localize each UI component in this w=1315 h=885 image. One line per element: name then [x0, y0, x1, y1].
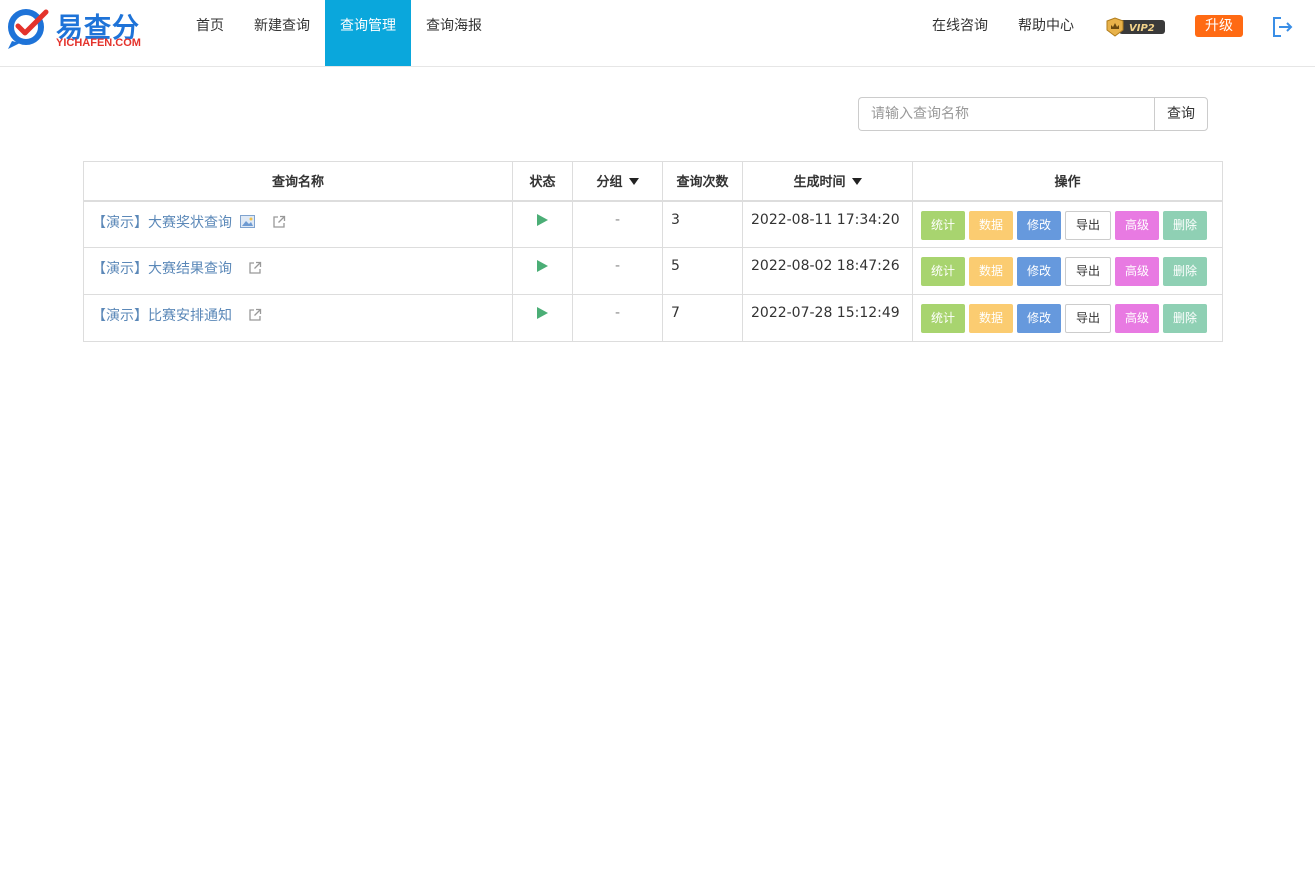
logo-mark-icon: [8, 9, 49, 49]
stat-button[interactable]: 统计: [921, 304, 965, 333]
col-group[interactable]: 分组: [572, 161, 663, 202]
name-cell: 【演示】比赛安排通知: [83, 294, 513, 342]
external-link-icon[interactable]: [248, 261, 262, 275]
external-link-icon[interactable]: [248, 308, 262, 322]
nav-new-query[interactable]: 新建查询: [239, 0, 325, 66]
query-table: 查询名称 状态 分组 查询次数 生成时间 操作 【演示】大赛奖状查询 - 3 2…: [83, 161, 1223, 342]
play-status-icon[interactable]: [537, 307, 548, 319]
logo-subtext: YICHAFEN.COM: [56, 37, 141, 49]
time-cell: 2022-07-28 15:12:49: [742, 294, 913, 342]
col-name: 查询名称: [83, 161, 513, 202]
status-cell: [512, 200, 573, 248]
image-icon[interactable]: [240, 214, 256, 228]
col-time[interactable]: 生成时间: [742, 161, 913, 202]
top-header: 易查分 YICHAFEN.COM 首页 新建查询 查询管理 查询海报 在线咨询 …: [0, 0, 1315, 67]
time-cell: 2022-08-02 18:47:26: [742, 247, 913, 295]
advanced-button[interactable]: 高级: [1115, 210, 1159, 240]
group-cell: -: [572, 294, 663, 342]
group-cell: -: [572, 200, 663, 248]
group-cell: -: [572, 247, 663, 295]
logo[interactable]: 易查分 YICHAFEN.COM: [6, 6, 146, 52]
query-name-link[interactable]: 【演示】大赛结果查询: [92, 261, 232, 277]
export-button[interactable]: 导出: [1065, 210, 1111, 240]
name-cell: 【演示】大赛奖状查询: [83, 200, 513, 248]
actions-cell: 统计 数据 修改 导出 高级 删除: [912, 247, 1223, 295]
play-status-icon[interactable]: [537, 213, 548, 226]
time-cell: 2022-08-11 17:34:20: [742, 200, 913, 248]
help-center-link[interactable]: 帮助中心: [1018, 0, 1074, 52]
col-actions: 操作: [912, 161, 1223, 202]
svg-text:VIP2: VIP2: [1129, 23, 1155, 34]
search-button[interactable]: 查询: [1154, 97, 1208, 131]
data-button[interactable]: 数据: [969, 304, 1013, 333]
vip-badge[interactable]: VIP2: [1105, 17, 1167, 37]
online-consult-link[interactable]: 在线咨询: [932, 0, 988, 52]
nav-query-manage[interactable]: 查询管理: [325, 0, 411, 66]
advanced-button[interactable]: 高级: [1115, 304, 1159, 333]
count-cell: 5: [662, 247, 743, 295]
status-cell: [512, 247, 573, 295]
col-status: 状态: [512, 161, 573, 202]
query-name-link[interactable]: 【演示】比赛安排通知: [92, 308, 232, 324]
data-button[interactable]: 数据: [969, 257, 1013, 286]
status-cell: [512, 294, 573, 342]
edit-button[interactable]: 修改: [1017, 304, 1061, 333]
sort-caret-icon: [851, 178, 862, 186]
play-status-icon[interactable]: [537, 260, 548, 272]
search-input[interactable]: [858, 97, 1155, 131]
table-row: 【演示】大赛结果查询 - 5 2022-08-02 18:47:26 统计 数据修…: [83, 247, 1223, 295]
delete-button[interactable]: 删除: [1163, 257, 1207, 286]
data-button[interactable]: 数据: [969, 210, 1013, 240]
actions-cell: 统计 数据 修改 导出 高级 删除: [912, 294, 1223, 342]
table-row: 【演示】大赛奖状查询 - 3 2022-08-11 17:34:20 统计 数据修…: [83, 200, 1223, 248]
count-cell: 7: [662, 294, 743, 342]
delete-button[interactable]: 删除: [1163, 304, 1207, 333]
edit-button[interactable]: 修改: [1017, 210, 1061, 240]
name-cell: 【演示】大赛结果查询: [83, 247, 513, 295]
delete-button[interactable]: 删除: [1163, 210, 1207, 240]
export-button[interactable]: 导出: [1065, 304, 1111, 333]
main-nav: 首页 新建查询 查询管理 查询海报: [181, 0, 497, 66]
nav-query-poster[interactable]: 查询海报: [411, 0, 497, 66]
logout-icon: [1273, 17, 1293, 37]
table-row: 【演示】比赛安排通知 - 7 2022-07-28 15:12:49 统计 数据修…: [83, 294, 1223, 342]
stat-button[interactable]: 统计: [921, 210, 965, 240]
stat-button[interactable]: 统计: [921, 257, 965, 286]
nav-home[interactable]: 首页: [181, 0, 239, 66]
count-cell: 3: [662, 200, 743, 248]
logout-button[interactable]: [1272, 16, 1294, 38]
advanced-button[interactable]: 高级: [1115, 257, 1159, 286]
col-count: 查询次数: [662, 161, 743, 202]
export-button[interactable]: 导出: [1065, 257, 1111, 286]
table-header-row: 查询名称 状态 分组 查询次数 生成时间 操作: [83, 161, 1223, 202]
query-name-link[interactable]: 【演示】大赛奖状查询: [92, 215, 232, 231]
vip-crown-icon: VIP2: [1106, 17, 1165, 37]
sort-caret-icon: [628, 178, 639, 186]
external-link-icon[interactable]: [272, 215, 286, 229]
upgrade-button[interactable]: 升级: [1195, 15, 1243, 37]
actions-cell: 统计 数据 修改 导出 高级 删除: [912, 200, 1223, 248]
edit-button[interactable]: 修改: [1017, 257, 1061, 286]
